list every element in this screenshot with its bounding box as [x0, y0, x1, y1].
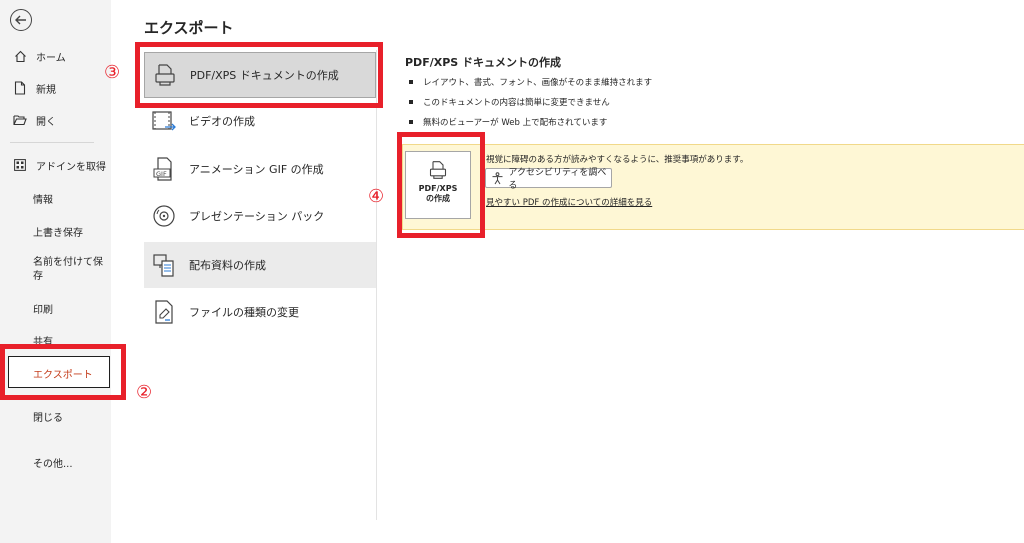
detail-bullet: 無料のビューアーが Web 上で配布されています: [409, 112, 652, 132]
nav-more[interactable]: その他...: [0, 447, 111, 477]
nav-get-addins-label: アドインを取得: [36, 161, 106, 173]
detail-title: PDF/XPS ドキュメントの作成: [405, 56, 562, 69]
nav-home[interactable]: ホーム: [0, 41, 111, 71]
check-accessibility-button[interactable]: アクセシビリティを調べる: [485, 168, 612, 191]
nav-info-label: 情報: [33, 194, 53, 206]
panel-divider: [376, 50, 377, 520]
folder-open-icon: [12, 112, 28, 128]
home-icon: [12, 48, 28, 64]
new-document-icon: [12, 80, 28, 96]
annotation-box-step3: [135, 42, 383, 108]
file-type-icon: [149, 297, 179, 327]
gif-icon: GIF: [149, 154, 179, 184]
disc-icon: [149, 201, 179, 231]
nav-new[interactable]: 新規: [0, 73, 111, 103]
export-option-gif[interactable]: GIF アニメーション GIF の作成: [144, 146, 376, 192]
export-option-handouts-label: 配布資料の作成: [189, 259, 266, 272]
nav-close-label: 閉じる: [33, 412, 63, 424]
export-option-package-label: プレゼンテーション パック: [189, 210, 325, 223]
annotation-box-step4: [397, 132, 485, 238]
nav-open-label: 開く: [36, 116, 56, 128]
nav-save-label: 上書き保存: [33, 227, 83, 239]
export-option-gif-label: アニメーション GIF の作成: [189, 163, 324, 176]
back-button[interactable]: [10, 9, 32, 31]
nav-print-label: 印刷: [33, 304, 53, 316]
nav-new-label: 新規: [36, 84, 56, 96]
nav-open[interactable]: 開く: [0, 105, 111, 135]
accessible-pdf-help-link[interactable]: 見やすい PDF の作成についての詳細を見る: [486, 196, 652, 208]
annotation-step4-number: ④: [368, 186, 385, 207]
annotation-step2-number: ②: [136, 382, 153, 403]
nav-save-as[interactable]: 名前を付けて保存: [0, 256, 111, 292]
check-accessibility-label: アクセシビリティを調べる: [508, 168, 607, 191]
addins-grid-icon: [12, 157, 28, 173]
nav-more-label: その他...: [33, 458, 73, 470]
accessibility-notice-text: 視覚に障碍のある方が読みやすくなるように、推奨事項があります。: [486, 155, 749, 165]
export-option-change-file-type[interactable]: ファイルの種類の変更: [144, 289, 376, 335]
nav-save-as-label: 名前を付けて保存: [33, 257, 103, 282]
detail-bullet: このドキュメントの内容は簡単に変更できません: [409, 92, 652, 112]
export-screen: ホーム 新規 開く アドインを取得 情報 上書き保存 名前を付けて保存 印刷 共…: [0, 0, 1024, 543]
export-option-package[interactable]: プレゼンテーション パック: [144, 193, 376, 239]
nav-save[interactable]: 上書き保存: [0, 216, 111, 246]
svg-text:GIF: GIF: [156, 170, 167, 178]
nav-get-addins[interactable]: アドインを取得: [0, 150, 111, 180]
nav-close[interactable]: 閉じる: [0, 401, 111, 431]
export-option-change-file-type-label: ファイルの種類の変更: [189, 306, 299, 319]
export-option-video-label: ビデオの作成: [189, 115, 255, 128]
accessibility-icon: [491, 171, 504, 185]
nav-home-label: ホーム: [36, 52, 66, 64]
detail-bullet-list: レイアウト、書式、フォント、画像がそのまま維持されます このドキュメントの内容は…: [409, 72, 652, 132]
sidebar-divider: [10, 142, 94, 143]
handout-icon: [149, 250, 179, 280]
export-option-handouts[interactable]: 配布資料の作成: [144, 242, 376, 288]
backstage-sidebar: ホーム 新規 開く アドインを取得 情報 上書き保存 名前を付けて保存 印刷 共…: [0, 0, 111, 543]
detail-bullet: レイアウト、書式、フォント、画像がそのまま維持されます: [409, 72, 652, 92]
annotation-box-step2: [0, 344, 126, 400]
nav-info[interactable]: 情報: [0, 183, 111, 213]
back-arrow-icon: [15, 15, 26, 25]
video-icon: [149, 106, 179, 136]
nav-print[interactable]: 印刷: [0, 293, 111, 323]
page-title: エクスポート: [144, 19, 234, 37]
annotation-step3-number: ③: [104, 62, 121, 83]
